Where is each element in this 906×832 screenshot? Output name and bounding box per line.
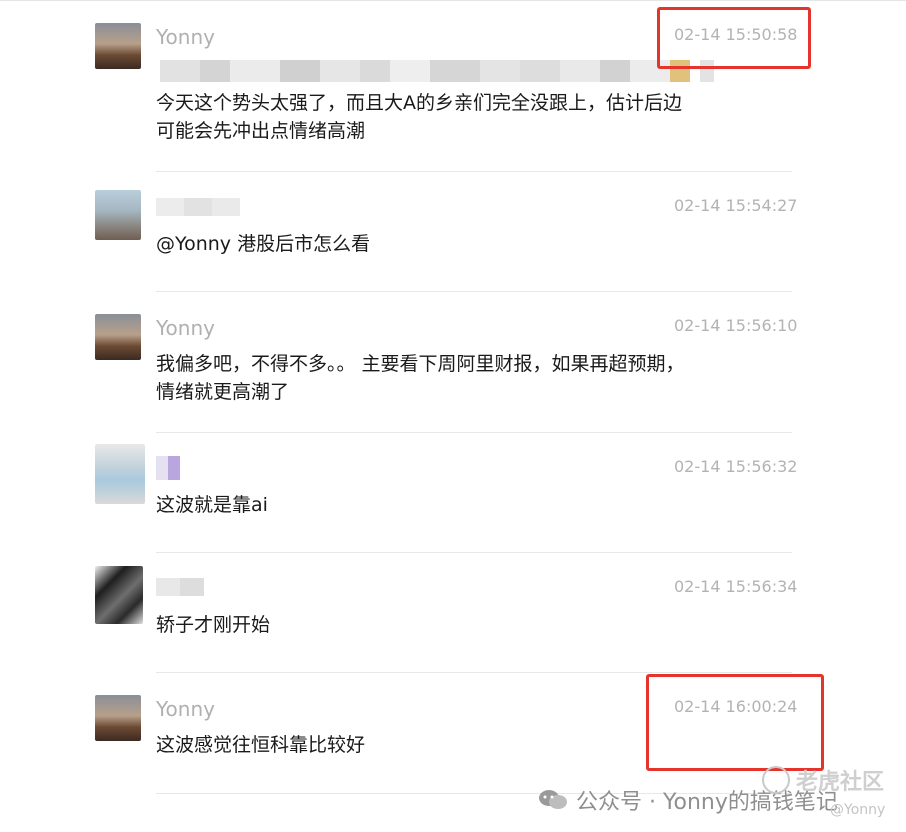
wechat-icon (538, 788, 568, 812)
message-text: 轿子才刚开始 (156, 614, 271, 636)
tiger-logo-icon (762, 766, 790, 794)
message-time: 02-14 15:56:34 (674, 577, 798, 596)
sender-name (156, 198, 240, 216)
message-divider (156, 171, 792, 172)
sender-name (156, 456, 180, 480)
sender-name: Yonny (156, 697, 215, 721)
time-highlight-box (657, 7, 811, 69)
sender-name (156, 578, 204, 596)
avatar[interactable] (95, 314, 141, 360)
top-divider (0, 0, 906, 1)
handle-watermark: @Yonny (830, 802, 886, 818)
message-divider (156, 291, 792, 292)
avatar[interactable] (95, 695, 141, 741)
community-watermark: 老虎社区 (762, 764, 884, 796)
message-text: 今天这个势头太强了，而且大A的乡亲们完全没跟上，估计后边 可能会先冲出点情绪高潮 (156, 92, 682, 142)
message-time: 02-14 15:56:32 (674, 457, 798, 476)
blurred-quote (160, 60, 720, 82)
avatar[interactable] (95, 444, 145, 504)
time-highlight-box (646, 674, 824, 771)
message-divider (156, 432, 792, 433)
message-text: 我偏多吧，不得不多。。 主要看下周阿里财报，如果再超预期， 情绪就更高潮了 (156, 353, 685, 403)
message-divider (156, 552, 792, 553)
avatar[interactable] (95, 23, 141, 69)
community-label: 老虎社区 (796, 770, 885, 795)
sender-name: Yonny (156, 25, 215, 49)
message-text: @Yonny 港股后市怎么看 (156, 233, 371, 255)
message-text: 这波就是靠ai (156, 494, 268, 516)
sender-name: Yonny (156, 316, 215, 340)
message-divider (156, 672, 792, 673)
message-time: 02-14 15:54:27 (674, 196, 798, 215)
avatar[interactable] (95, 566, 143, 624)
avatar[interactable] (95, 190, 141, 240)
message-time: 02-14 15:56:10 (674, 316, 798, 335)
